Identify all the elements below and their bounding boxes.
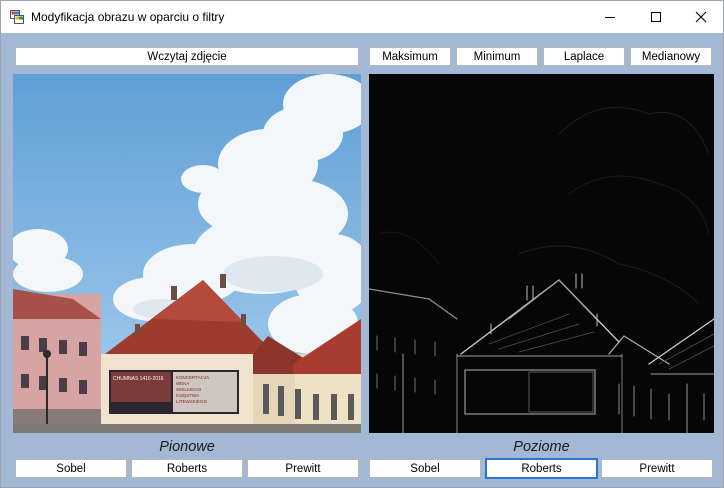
edge-detection-result — [369, 74, 714, 433]
maksimum-button[interactable]: Maksimum — [369, 47, 451, 66]
left-sobel-button[interactable]: Sobel — [15, 459, 127, 478]
left-prewitt-button[interactable]: Prewitt — [247, 459, 359, 478]
billboard-text-4: WIELKIEGO — [176, 387, 202, 392]
load-image-button[interactable]: Wczytaj zdjęcie — [15, 47, 359, 66]
right-sobel-button[interactable]: Sobel — [369, 459, 481, 478]
window-title: Modyfikacja obrazu w oparciu o filtry — [31, 10, 225, 24]
app-window: Modyfikacja obrazu w oparciu o filtry Wc… — [0, 0, 724, 488]
billboard-text-3: WEKA — [176, 381, 189, 386]
original-photo: CHUMNAS 1416-2016 KONCERTACJA WEKA WIELK… — [13, 74, 361, 433]
close-button[interactable] — [678, 1, 724, 33]
title-bar: Modyfikacja obrazu w oparciu o filtry — [1, 1, 723, 33]
right-roberts-button[interactable]: Roberts — [485, 458, 598, 479]
minimum-button[interactable]: Minimum — [456, 47, 538, 66]
billboard-text-6: LITEWSKIEGO — [176, 399, 208, 404]
right-prewitt-button[interactable]: Prewitt — [601, 459, 713, 478]
original-image: CHUMNAS 1416-2016 KONCERTACJA WEKA WIELK… — [13, 74, 361, 433]
minimize-button[interactable] — [587, 1, 633, 33]
client-area: Wczytaj zdjęcie Maksimum Minimum Laplace… — [1, 33, 723, 487]
left-roberts-button[interactable]: Roberts — [131, 459, 243, 478]
maximize-icon — [651, 12, 661, 22]
billboard-text-2: KONCERTACJA — [176, 375, 209, 380]
medianowy-button[interactable]: Medianowy — [630, 47, 712, 66]
app-icon — [10, 10, 24, 24]
laplace-button[interactable]: Laplace — [543, 47, 625, 66]
close-icon — [695, 11, 707, 23]
billboard-text-1: CHUMNAS 1416-2016 — [113, 376, 164, 382]
maximize-button[interactable] — [633, 1, 679, 33]
left-caption: Pionowe — [159, 439, 215, 455]
filtered-image — [369, 74, 714, 433]
right-caption: Poziome — [513, 439, 570, 455]
minimize-icon — [605, 17, 615, 18]
billboard-text-5: KSIĘSTWA — [176, 393, 199, 398]
